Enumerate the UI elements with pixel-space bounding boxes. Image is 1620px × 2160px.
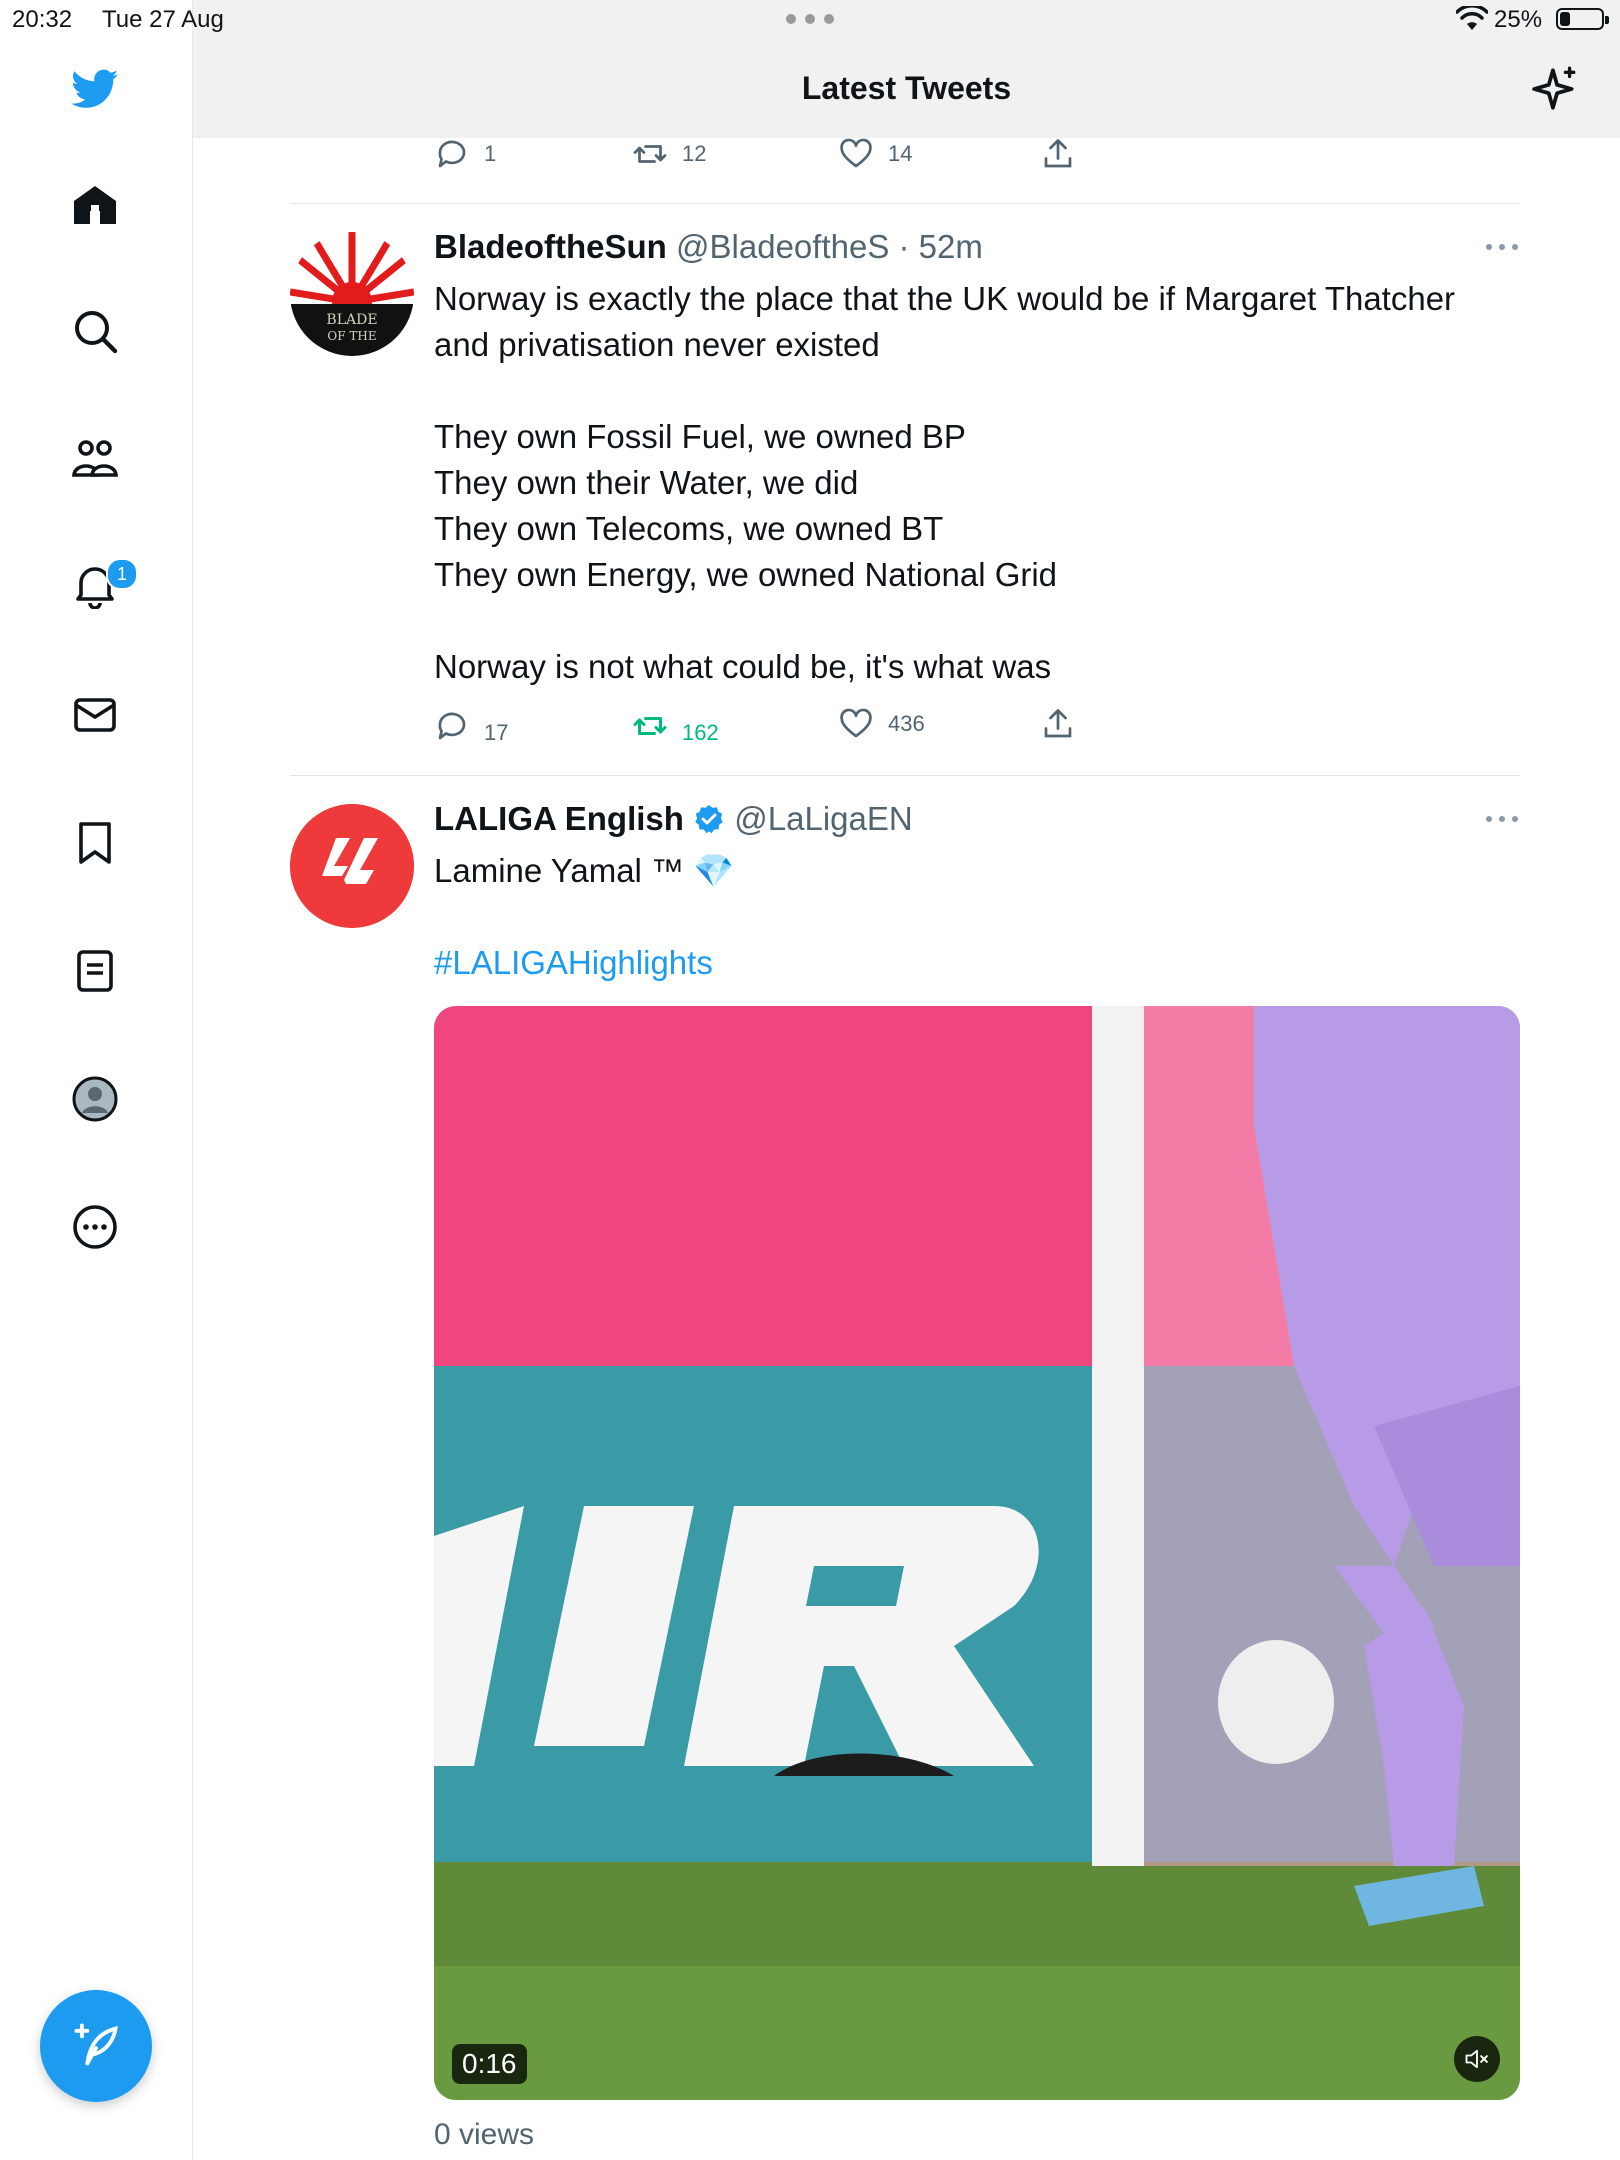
list-icon xyxy=(77,950,113,992)
more-circle-icon xyxy=(73,1205,117,1249)
display-name[interactable]: LALIGA English xyxy=(434,800,684,837)
user-handle[interactable]: @BladeoftheS xyxy=(676,228,889,265)
more-options-icon[interactable] xyxy=(1486,816,1518,826)
speaker-muted-icon xyxy=(1465,2049,1488,2069)
sidebar-item-home[interactable] xyxy=(62,172,128,238)
hashtag-link[interactable]: #LALIGAHighlights xyxy=(434,940,1524,986)
tweet-time[interactable]: · 52m xyxy=(899,228,983,265)
tweet-divider xyxy=(290,203,1520,204)
reply-button[interactable]: 1 xyxy=(434,136,496,172)
reply-icon xyxy=(438,712,466,740)
sidebar-item-lists[interactable] xyxy=(62,938,128,1004)
tweet-line: They own their Water, we did xyxy=(434,464,859,501)
battery-icon xyxy=(1556,8,1609,30)
sidebar-item-messages[interactable] xyxy=(62,682,128,748)
reply-icon xyxy=(438,140,466,168)
verified-badge-icon xyxy=(695,805,723,834)
bookmark-icon xyxy=(79,822,111,864)
tweet-text: Lamine Yamal ™ 💎 #LALIGAHighlights xyxy=(434,848,1524,986)
avatar[interactable] xyxy=(290,804,414,928)
sidebar-item-profile[interactable] xyxy=(62,1066,128,1132)
compose-feather-icon xyxy=(74,2023,118,2066)
battery-percent: 25% xyxy=(1494,6,1543,33)
search-icon xyxy=(75,311,118,354)
retweet-button[interactable]: 12 xyxy=(632,136,706,172)
sidebar: 1 xyxy=(0,0,193,2160)
status-time: 20:32 xyxy=(12,6,73,33)
retweet-button[interactable]: 162 xyxy=(632,706,719,746)
notification-badge: 1 xyxy=(106,558,138,590)
retweet-icon xyxy=(633,145,667,163)
like-count: 14 xyxy=(888,141,913,166)
mail-icon xyxy=(74,698,116,732)
avatar[interactable]: BLADE OF THE xyxy=(290,232,414,356)
mute-button[interactable] xyxy=(1454,2036,1500,2082)
heart-icon xyxy=(840,138,872,168)
display-name[interactable]: BladeoftheSun xyxy=(434,228,667,265)
reply-count: 17 xyxy=(484,720,509,745)
retweet-count: 162 xyxy=(682,720,719,745)
share-button[interactable] xyxy=(1040,136,1076,172)
like-button[interactable]: 14 xyxy=(838,136,912,172)
more-options-icon[interactable] xyxy=(1486,244,1518,254)
share-icon xyxy=(1044,139,1072,168)
retweet-count: 12 xyxy=(682,141,707,166)
svg-text:OF THE: OF THE xyxy=(327,329,376,343)
heart-icon xyxy=(840,708,872,738)
tweet-line: Lamine Yamal ™ xyxy=(434,852,694,889)
multitasking-dots-icon[interactable] xyxy=(786,14,834,24)
tweet-line: They own Telecoms, we owned BT xyxy=(434,510,944,547)
wifi-icon xyxy=(1456,6,1488,30)
video-player[interactable]: 0:16 xyxy=(434,1006,1520,2100)
laliga-logo-icon xyxy=(290,804,414,928)
compose-tweet-button[interactable] xyxy=(40,1990,152,2102)
tweet-text: Norway is exactly the place that the UK … xyxy=(434,276,1524,690)
tweet-header: BladeoftheSun @BladeoftheS · 52m xyxy=(434,228,983,266)
tweet-line: They own Energy, we owned National Grid xyxy=(434,556,1058,593)
gem-emoji: 💎 xyxy=(693,852,735,889)
sidebar-item-explore[interactable] xyxy=(62,298,128,364)
sidebar-item-communities[interactable] xyxy=(62,426,128,492)
tweet-line: and privatisation never existed xyxy=(434,326,880,363)
retweet-icon xyxy=(633,717,667,735)
home-icon xyxy=(74,186,116,224)
sidebar-item-notifications[interactable]: 1 xyxy=(62,552,138,618)
share-button[interactable] xyxy=(1040,706,1076,742)
like-button[interactable]: 436 xyxy=(838,706,925,742)
status-date: Tue 27 Aug xyxy=(102,6,224,33)
svg-text:BLADE: BLADE xyxy=(326,312,377,328)
video-thumbnail xyxy=(434,1006,1520,2100)
video-duration: 0:16 xyxy=(452,2044,527,2084)
share-icon xyxy=(1044,709,1072,738)
reply-button[interactable]: 17 xyxy=(434,706,508,746)
sidebar-item-more[interactable] xyxy=(62,1194,128,1260)
tweet-line: Norway is not what could be, it's what w… xyxy=(434,648,1052,685)
people-icon xyxy=(72,440,118,477)
tweet-line: Norway is exactly the place that the UK … xyxy=(434,280,1456,317)
tweet-line: They own Fossil Fuel, we owned BP xyxy=(434,418,966,455)
reply-count: 1 xyxy=(484,141,497,166)
tweet-header: LALIGA English @LaLigaEN xyxy=(434,800,913,838)
sidebar-item-bookmarks[interactable] xyxy=(62,810,128,876)
status-bar: 20:32 Tue 27 Aug 25% xyxy=(0,0,1620,40)
video-views: 0 views xyxy=(434,2118,535,2151)
tweet-divider xyxy=(290,775,1520,776)
like-count: 436 xyxy=(888,711,925,736)
user-handle[interactable]: @LaLigaEN xyxy=(734,800,912,837)
avatar-icon xyxy=(72,1076,118,1122)
